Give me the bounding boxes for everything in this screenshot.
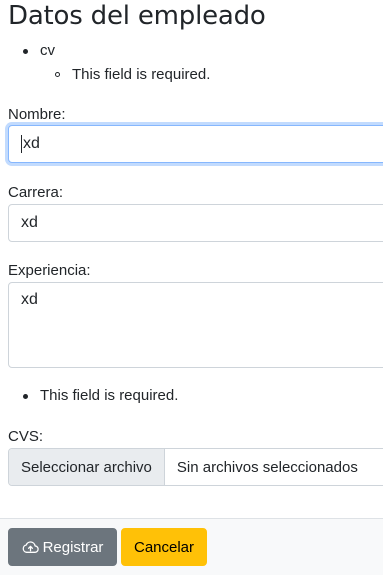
cancel-label: Cancelar bbox=[133, 538, 195, 556]
experiencia-label: Experiencia: bbox=[8, 262, 91, 279]
nombre-input[interactable]: xd bbox=[8, 125, 383, 163]
register-button[interactable]: Registrar bbox=[8, 528, 117, 566]
cvs-error-message: This field is required. bbox=[40, 387, 179, 404]
error-message: This field is required. bbox=[72, 66, 211, 83]
cvs-label: CVS: bbox=[8, 428, 44, 445]
text-caret bbox=[21, 135, 22, 153]
carrera-label: Carrera: bbox=[8, 184, 64, 201]
cloud-upload-icon bbox=[22, 541, 39, 553]
form-footer: Registrar Cancelar bbox=[0, 518, 383, 575]
page-title: Datos del empleado bbox=[8, 1, 266, 31]
error-field-name: cv bbox=[8, 40, 210, 62]
employee-form-page: Datos del empleado cv This field is requ… bbox=[0, 0, 383, 575]
error-field-label: cv bbox=[40, 42, 55, 59]
cancel-button[interactable]: Cancelar bbox=[121, 528, 207, 566]
experiencia-value: xd bbox=[21, 291, 38, 308]
carrera-input[interactable]: xd bbox=[8, 204, 383, 242]
carrera-value: xd bbox=[21, 214, 38, 231]
choose-file-button[interactable]: Seleccionar archivo bbox=[9, 449, 165, 485]
error-message-item: This field is required. bbox=[8, 64, 210, 86]
nombre-label: Nombre: bbox=[8, 106, 66, 123]
cvs-file-input[interactable]: Seleccionar archivo Sin archivos selecci… bbox=[8, 448, 383, 486]
register-label: Registrar bbox=[42, 538, 104, 556]
cvs-error-list: This field is required. bbox=[8, 385, 178, 407]
experiencia-textarea[interactable]: xd bbox=[8, 282, 383, 368]
file-status: Sin archivos seleccionados bbox=[176, 458, 358, 476]
error-list: cv This field is required. bbox=[8, 40, 210, 86]
nombre-value: xd bbox=[23, 135, 40, 152]
cvs-error-item: This field is required. bbox=[8, 385, 178, 407]
